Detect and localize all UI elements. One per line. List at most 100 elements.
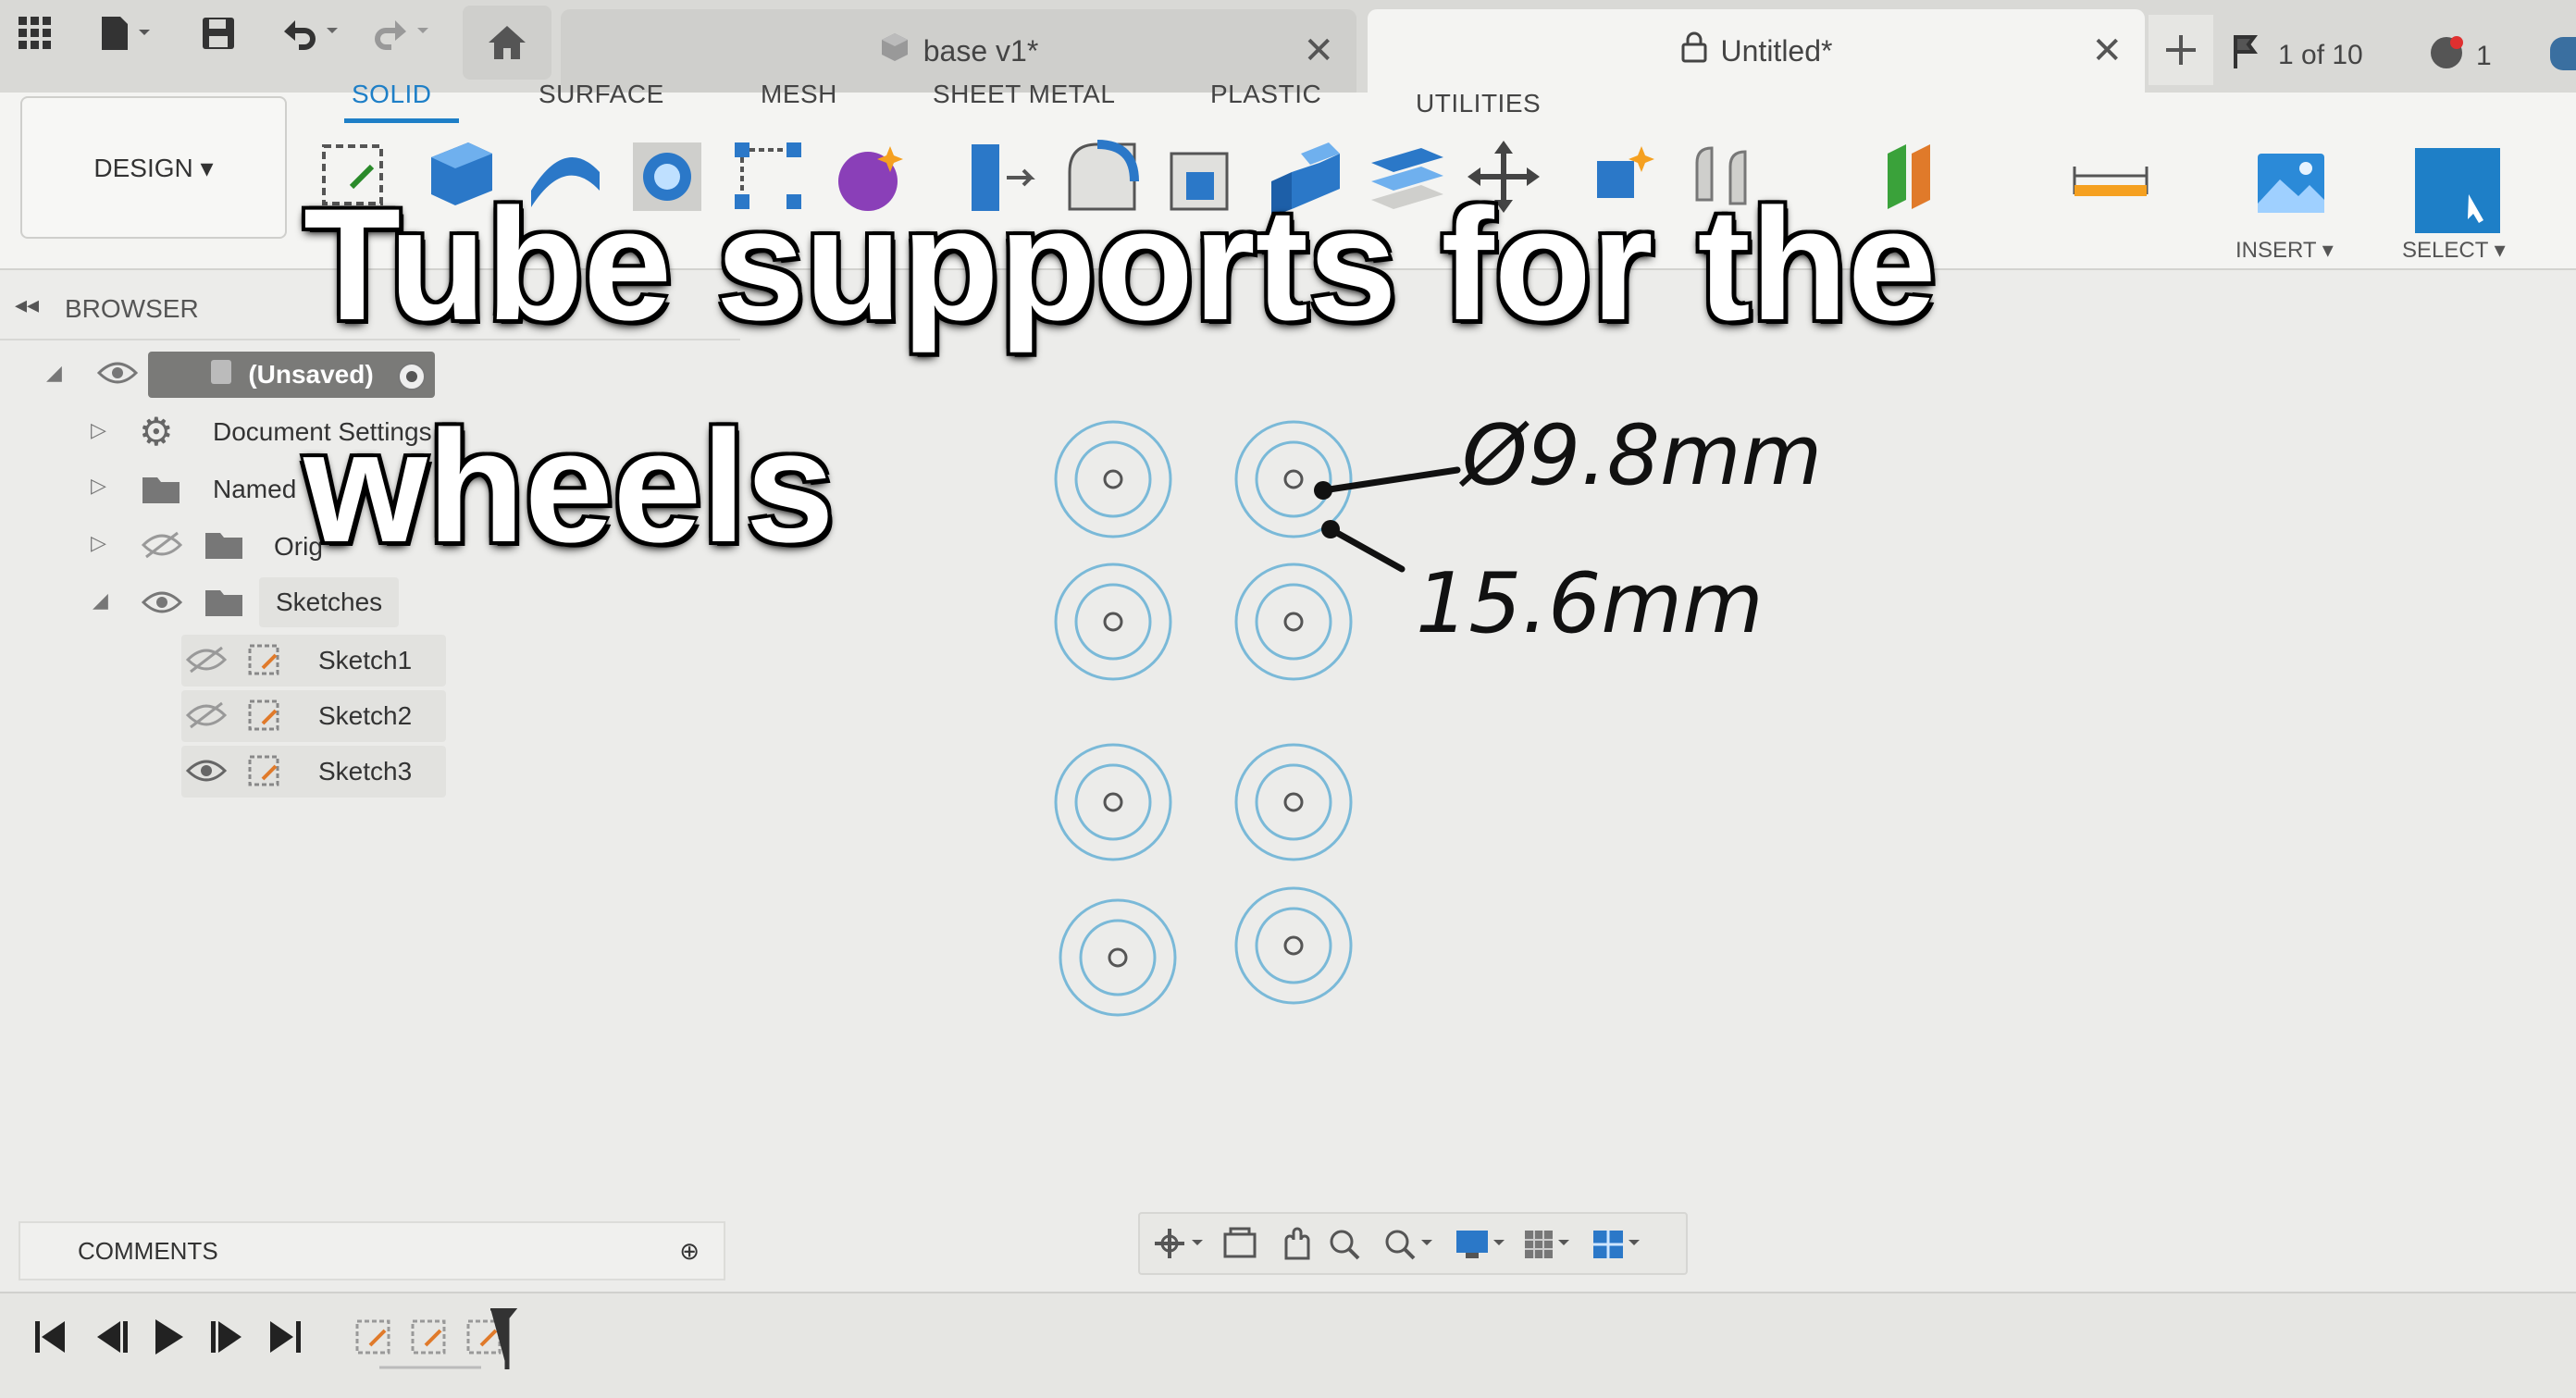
outer-circle[interactable]	[1054, 563, 1172, 681]
inner-circle[interactable]	[1255, 763, 1332, 841]
center-point[interactable]	[1103, 792, 1123, 812]
measure-icon[interactable]	[2069, 157, 2152, 213]
center-point[interactable]	[1283, 612, 1304, 632]
tab-bar: base v1* ✕ Untitled* ✕ 1 of 10 1	[0, 0, 2576, 93]
redo-icon[interactable]	[365, 0, 439, 67]
pan-icon	[1284, 1227, 1310, 1260]
center-point[interactable]	[1283, 935, 1304, 956]
collapse-triangle-icon[interactable]: ◢	[46, 361, 62, 385]
center-point[interactable]	[1103, 612, 1123, 632]
eye-hidden-icon[interactable]	[141, 531, 183, 559]
viewports-icon	[1593, 1231, 1640, 1258]
select-icon[interactable]	[2413, 146, 2502, 235]
file-icon[interactable]	[89, 0, 163, 67]
tab-label: Untitled*	[1720, 33, 1833, 68]
outer-circle[interactable]	[1234, 743, 1353, 861]
folder-icon	[205, 590, 242, 616]
save-icon[interactable]	[192, 0, 244, 67]
center-point[interactable]	[1108, 947, 1128, 968]
root-component[interactable]: (Unsaved)	[148, 352, 435, 398]
display-settings-icon	[1456, 1231, 1505, 1258]
sketch-circle-group[interactable]	[1234, 886, 1353, 1005]
inner-circle[interactable]	[1074, 440, 1152, 518]
inner-circle[interactable]	[1255, 583, 1332, 661]
inner-circle[interactable]	[1255, 907, 1332, 984]
expand-triangle-icon[interactable]: ▷	[91, 531, 106, 555]
undo-icon[interactable]	[274, 0, 348, 67]
notification-icon	[2428, 33, 2467, 80]
sketch-circle-group[interactable]	[1234, 743, 1353, 861]
center-point[interactable]	[1283, 792, 1304, 812]
outer-circle[interactable]	[1054, 420, 1172, 538]
eye-icon[interactable]	[96, 359, 139, 387]
eye-icon[interactable]	[141, 588, 183, 616]
tab-untitled[interactable]: Untitled* ✕	[1368, 9, 2145, 93]
eye-icon[interactable]	[185, 757, 228, 785]
activate-radio-icon[interactable]	[396, 361, 427, 392]
tree-item-label: Sketches	[276, 588, 383, 616]
inner-circle[interactable]	[1074, 583, 1152, 661]
look-at-icon	[1223, 1227, 1257, 1258]
lock-icon	[1680, 31, 1708, 70]
job-status[interactable]: 1 of 10	[2230, 33, 2363, 78]
expand-triangle-icon[interactable]: ▷	[91, 474, 106, 498]
fit-icon	[1385, 1230, 1432, 1260]
eye-hidden-icon[interactable]	[185, 701, 228, 729]
account-icon[interactable]	[2550, 37, 2576, 70]
tree-item-named-views[interactable]: Named	[213, 464, 296, 514]
notifications[interactable]: 1	[2428, 33, 2492, 80]
tab-utilities[interactable]: UTILITIES	[1416, 89, 1541, 118]
active-tab-indicator	[344, 118, 459, 123]
tab-mesh[interactable]: MESH	[761, 80, 837, 109]
inner-circle[interactable]	[1074, 763, 1152, 841]
tree-item-sketches[interactable]: Sketches	[259, 577, 400, 627]
outer-circle[interactable]	[1234, 886, 1353, 1005]
workspace-switcher[interactable]: DESIGN ▾	[20, 96, 287, 239]
tab-surface[interactable]: SURFACE	[539, 80, 664, 109]
tree-item-label: Named	[213, 475, 297, 503]
sketch-row[interactable]: Sketch3	[181, 746, 446, 798]
timeline-features[interactable]	[352, 1308, 537, 1373]
comments-panel[interactable]: COMMENTS ⊕	[19, 1221, 725, 1280]
sketch-row[interactable]: Sketch2	[181, 690, 446, 742]
sketch-circle-group[interactable]	[1054, 563, 1172, 681]
outer-circle[interactable]	[1059, 898, 1177, 1017]
eye-hidden-icon[interactable]	[185, 646, 228, 674]
expand-triangle-icon[interactable]: ▷	[91, 418, 106, 442]
root-label: (Unsaved)	[248, 360, 374, 389]
plus-icon[interactable]	[2149, 15, 2213, 85]
browser-title: BROWSER	[65, 294, 199, 323]
timeline-sketch-icon	[466, 1319, 502, 1355]
grid-icon[interactable]	[7, 0, 63, 67]
component-icon	[209, 358, 233, 392]
collapse-icon[interactable]: ◂◂	[15, 291, 39, 319]
sketch-label: Sketch2	[318, 701, 413, 730]
sketch-row[interactable]: Sketch1	[181, 635, 446, 687]
tab-sheet-metal[interactable]: SHEET METAL	[933, 80, 1115, 109]
close-icon[interactable]: ✕	[2091, 30, 2123, 72]
sketch-circle-group[interactable]	[1054, 743, 1172, 861]
gear-icon: ⚙	[139, 410, 174, 453]
outer-circle[interactable]	[1054, 743, 1172, 861]
zoom-icon	[1330, 1230, 1360, 1260]
tab-solid[interactable]: SOLID	[352, 80, 432, 109]
sketch-circle-group[interactable]	[1059, 898, 1177, 1017]
add-comment-icon[interactable]: ⊕	[679, 1237, 700, 1266]
video-title-line1: Tube supports for the	[303, 176, 1937, 353]
sketch-circle-group[interactable]	[1054, 420, 1172, 538]
insert-icon[interactable]	[2254, 148, 2328, 222]
comments-label: COMMENTS	[78, 1236, 218, 1265]
insert-label[interactable]: INSERT ▾	[2235, 237, 2334, 264]
step-back-icon	[97, 1321, 128, 1353]
component-icon	[879, 31, 910, 70]
close-icon[interactable]: ✕	[1303, 30, 1334, 72]
tab-plastic[interactable]: PLASTIC	[1210, 80, 1321, 109]
collapse-triangle-icon[interactable]: ◢	[93, 588, 108, 612]
select-label[interactable]: SELECT ▾	[2402, 237, 2506, 264]
sketch-icon	[248, 699, 279, 731]
center-point[interactable]	[1103, 469, 1123, 489]
inner-circle[interactable]	[1079, 919, 1157, 996]
home-icon[interactable]	[463, 6, 551, 80]
go-to-start-icon	[35, 1321, 65, 1353]
notification-count: 1	[2476, 41, 2492, 71]
